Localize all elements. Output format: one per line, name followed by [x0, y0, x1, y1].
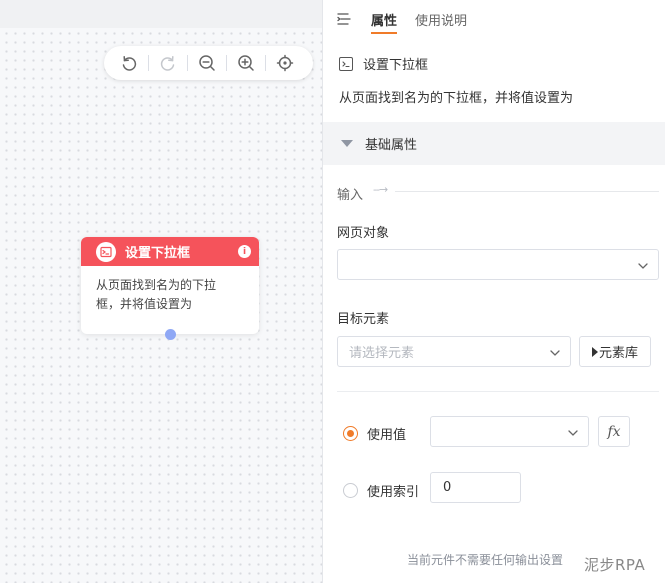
web-object-select[interactable] — [337, 249, 659, 280]
zoom-in-icon — [238, 55, 254, 71]
node-header: 设置下拉框 i — [81, 237, 259, 266]
flow-canvas[interactable]: 设置下拉框 i 从页面找到名为的下拉 框，并将值设置为 — [0, 0, 322, 583]
component-description: 从页面找到名为的下拉框，并将值设置为 — [339, 91, 574, 106]
info-icon[interactable]: i — [238, 245, 251, 258]
node-description-line: 框，并将值设置为 — [96, 297, 193, 311]
node-output-port[interactable] — [165, 329, 176, 340]
target-element-placeholder: 请选择元素 — [349, 346, 415, 361]
section-divider — [337, 391, 659, 392]
use-index-radio[interactable] — [343, 483, 358, 498]
no-output-message: 当前元件不需要任何输出设置 — [407, 553, 564, 567]
toolbar-separator — [265, 55, 266, 71]
tab-usage-guide[interactable]: 使用说明 — [415, 10, 467, 29]
target-element-select[interactable]: 请选择元素 — [337, 336, 571, 367]
use-value-select[interactable] — [430, 416, 589, 447]
undo-icon — [122, 56, 137, 71]
toolbar-separator — [148, 55, 149, 71]
use-index-radio-row[interactable]: 使用索引 — [343, 481, 419, 500]
target-element-label: 目标元素 — [337, 312, 390, 327]
flow-node-set-dropdown[interactable]: 设置下拉框 i 从页面找到名为的下拉 框，并将值设置为 — [81, 237, 259, 340]
input-heading: 输入 — [337, 188, 364, 203]
section-basic-properties[interactable]: 基础属性 — [323, 122, 665, 165]
play-triangle-icon — [591, 346, 598, 357]
node-description: 从页面找到名为的下拉 框，并将值设置为 — [81, 266, 259, 314]
canvas-top-bar — [0, 0, 322, 28]
toolbar-separator — [226, 55, 227, 71]
index-input[interactable]: 0 — [430, 472, 521, 503]
use-value-radio[interactable] — [343, 426, 358, 441]
redo-button[interactable] — [157, 52, 179, 74]
section-title: 基础属性 — [365, 138, 418, 153]
canvas-toolbar — [104, 46, 313, 80]
zoom-out-icon — [199, 55, 215, 71]
component-title-row: 设置下拉框 — [339, 54, 428, 73]
redo-icon — [160, 56, 175, 71]
use-value-radio-row[interactable]: 使用值 — [343, 424, 406, 443]
zoom-in-button[interactable] — [235, 52, 257, 74]
locate-button[interactable] — [274, 52, 296, 74]
properties-panel: 属性 使用说明 设置下拉框 从页面找到名为的下拉框，并将值设置为 基础属性 输入… — [322, 0, 665, 583]
node-title: 设置下拉框 — [125, 246, 191, 261]
component-title: 设置下拉框 — [363, 58, 429, 73]
input-divider — [395, 191, 659, 192]
element-library-label: 元素库 — [598, 346, 638, 361]
undo-button[interactable] — [118, 52, 140, 74]
dashed-arrow-icon: --→ — [373, 183, 388, 196]
toolbar-separator — [187, 55, 188, 71]
function-expression-button[interactable]: fx — [598, 416, 630, 447]
use-value-label: 使用值 — [367, 428, 407, 443]
web-object-label: 网页对象 — [337, 226, 390, 241]
panel-tabs: 属性 使用说明 — [323, 0, 665, 36]
chevron-down-icon — [638, 263, 648, 269]
locate-icon — [276, 54, 294, 72]
terminal-icon — [96, 241, 116, 262]
use-index-label: 使用索引 — [367, 485, 420, 500]
zoom-out-button[interactable] — [196, 52, 218, 74]
watermark: 泥步RPA — [584, 556, 646, 574]
caret-down-icon — [341, 140, 353, 147]
element-library-button[interactable]: 元素库 — [579, 336, 651, 367]
node-description-line: 从页面找到名为的下拉 — [96, 278, 217, 292]
tab-properties[interactable]: 属性 — [371, 10, 398, 34]
terminal-icon — [339, 56, 353, 71]
collapse-menu-icon[interactable] — [337, 11, 351, 30]
chevron-down-icon — [568, 430, 578, 436]
chevron-down-icon — [550, 350, 560, 356]
